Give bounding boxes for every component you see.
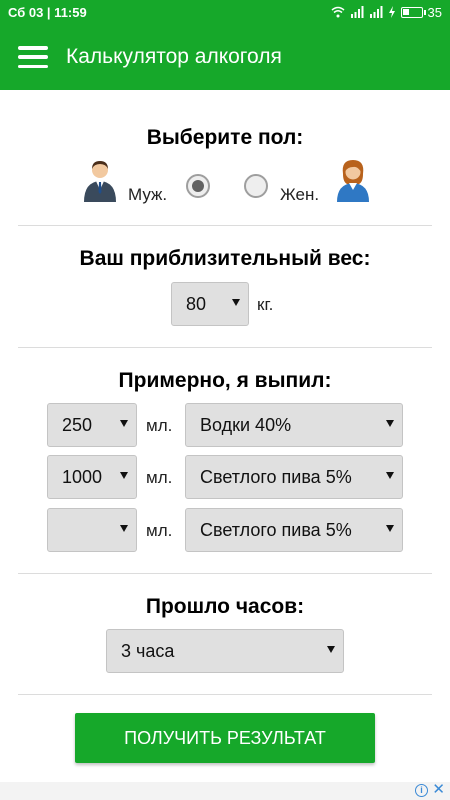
weight-select[interactable]: 80 — [171, 282, 249, 326]
male-radio[interactable] — [186, 174, 210, 198]
chevron-down-icon — [120, 420, 128, 427]
drinks-section-title: Примерно, я выпил: — [118, 369, 332, 392]
divider — [18, 694, 432, 695]
app-title: Калькулятор алкоголя — [66, 45, 282, 68]
chevron-down-icon — [386, 525, 394, 532]
drink-unit: мл. — [146, 521, 173, 540]
signal-icon-2 — [369, 6, 383, 18]
battery-level: 35 — [427, 4, 442, 20]
signal-icon — [350, 6, 364, 18]
chevron-down-icon — [232, 299, 240, 306]
wifi-icon — [331, 6, 345, 18]
drink-amount-select-3[interactable] — [47, 508, 137, 552]
drink-amount-value: 1000 — [62, 466, 103, 487]
app-bar: Калькулятор алкоголя — [0, 24, 450, 90]
status-time: Сб 03 | 11:59 — [8, 4, 87, 20]
drink-type-value: Светлого пива 5% — [200, 466, 352, 487]
chevron-down-icon — [386, 420, 394, 427]
weight-unit: кг. — [257, 295, 274, 314]
divider — [18, 225, 432, 226]
chevron-down-icon — [120, 525, 128, 532]
gender-section-title: Выберите пол: — [146, 126, 304, 149]
status-bar: Сб 03 | 11:59 35 — [0, 0, 450, 24]
divider — [18, 573, 432, 574]
drink-type-select-2[interactable]: Светлого пива 5% — [185, 455, 403, 499]
weight-section-title: Ваш приблизительный вес: — [79, 247, 371, 270]
ad-info-icon[interactable]: i — [415, 784, 428, 797]
hours-value: 3 часа — [121, 640, 175, 661]
chevron-down-icon — [386, 472, 394, 479]
drink-type-value: Водки 40% — [200, 414, 292, 435]
chevron-down-icon — [327, 646, 335, 653]
hamburger-menu-icon[interactable] — [18, 46, 48, 68]
female-avatar-icon — [337, 160, 369, 202]
ad-close-icon[interactable]: ✕ — [432, 782, 445, 798]
drink-amount-select-2[interactable]: 1000 — [47, 455, 137, 499]
female-label: Жен. — [280, 185, 320, 204]
drink-amount-select-1[interactable]: 250 — [47, 403, 137, 447]
drink-unit: мл. — [146, 468, 173, 487]
divider — [18, 347, 432, 348]
drink-amount-value: 250 — [62, 414, 93, 435]
drink-type-select-3[interactable]: Светлого пива 5% — [185, 508, 403, 552]
get-result-button[interactable]: ПОЛУЧИТЬ РЕЗУЛЬТАТ — [75, 713, 375, 763]
hours-select[interactable]: 3 часа — [106, 629, 344, 673]
male-label: Муж. — [128, 185, 168, 204]
gender-row: Муж. Жен. — [0, 160, 450, 210]
charging-icon — [388, 6, 395, 18]
battery-icon — [400, 6, 426, 18]
hours-section-title: Прошло часов: — [145, 595, 305, 618]
chevron-down-icon — [120, 472, 128, 479]
status-icons: 35 — [331, 5, 442, 20]
drink-type-value: Светлого пива 5% — [200, 519, 352, 540]
weight-value: 80 — [186, 293, 207, 314]
drink-type-select-1[interactable]: Водки 40% — [185, 403, 403, 447]
ad-banner[interactable] — [0, 782, 450, 800]
drink-unit: мл. — [146, 416, 173, 435]
female-radio[interactable] — [244, 174, 268, 198]
male-avatar-icon — [84, 161, 116, 202]
